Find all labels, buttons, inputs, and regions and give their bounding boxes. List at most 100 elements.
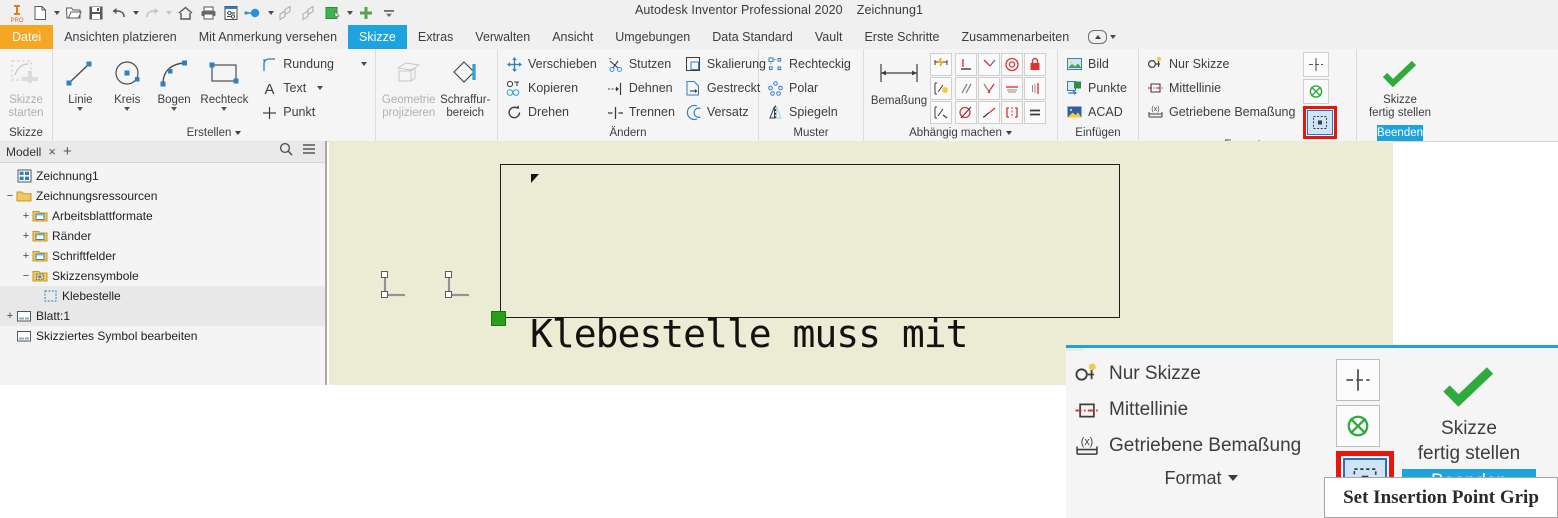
parallel-icon[interactable] (955, 77, 977, 100)
undo-dropdown-caret[interactable] (131, 2, 140, 24)
browser-tab-modell[interactable]: Modell (6, 145, 41, 159)
material-dropdown-caret[interactable] (266, 2, 275, 24)
hatch-region-button[interactable]: Schraffur- bereich (437, 52, 493, 120)
rectangle-dropdown[interactable] (221, 107, 228, 111)
no-insertion-point-icon[interactable] (1336, 405, 1380, 447)
material-icon[interactable] (243, 2, 265, 24)
coincident-constraint-icon[interactable] (441, 269, 475, 301)
circle-button[interactable]: Kreis (104, 52, 151, 111)
open-icon[interactable] (62, 2, 84, 24)
erstellen-panel-caret[interactable] (235, 131, 242, 135)
no-insertion-point-icon[interactable] (1303, 79, 1330, 104)
tree-item-raender[interactable]: + Ränder (0, 226, 325, 246)
tree-item-schriftfelder[interactable]: + Schriftfelder (0, 246, 325, 266)
symmetric-icon[interactable] (1001, 101, 1023, 124)
rotate-button[interactable]: Drehen (502, 100, 601, 124)
smooth-icon[interactable] (978, 101, 1000, 124)
split-button[interactable]: Trennen (603, 100, 679, 124)
tab-erste-schritte[interactable]: Erste Schritte (853, 25, 950, 49)
tab-verwalten[interactable]: Verwalten (464, 25, 541, 49)
tree-item-skizzensymbole[interactable]: − Skizzensymbole (0, 266, 325, 286)
trim-button[interactable]: Stutzen (603, 52, 679, 76)
project-geometry-button[interactable]: Geometrie projizieren (380, 52, 437, 120)
set-insertion-point-grip-icon[interactable] (1307, 110, 1334, 135)
line-dropdown[interactable] (77, 107, 84, 111)
point-button[interactable]: Punkt (257, 100, 371, 124)
insert-image-button[interactable]: Bild (1062, 52, 1131, 76)
show-constraints-icon[interactable] (930, 77, 952, 100)
ribbon-options-caret[interactable] (1110, 35, 1117, 39)
undo-icon[interactable] (108, 2, 130, 24)
fix-icon[interactable] (1024, 53, 1046, 76)
appearance-b-icon[interactable] (299, 2, 321, 24)
add-icon[interactable] (355, 2, 377, 24)
insert-points-button[interactable]: Punkte (1062, 76, 1131, 100)
callout-construction-button[interactable]: Nur Skizze (1074, 356, 1301, 392)
tab-data-standard[interactable]: Data Standard (701, 25, 804, 49)
move-button[interactable]: Verschieben (502, 52, 601, 76)
tree-item-zeichnung1[interactable]: Zeichnung1 (0, 166, 325, 186)
callout-centerline-button[interactable]: Mittellinie (1074, 392, 1301, 428)
insert-acad-button[interactable]: ACAD (1062, 100, 1131, 124)
ribbon-collapse-icon[interactable] (1088, 30, 1108, 44)
insertion-point-grip[interactable] (491, 311, 506, 326)
tree-expander[interactable]: + (20, 230, 32, 242)
tree-item-arbeitsblattformate[interactable]: + Arbeitsblattformate (0, 206, 325, 226)
sketch-text[interactable]: Klebestelle muss mit Aceton gereinigt we… (530, 179, 1130, 385)
horizontal-icon[interactable] (1001, 77, 1023, 100)
tab-skizze[interactable]: Skizze (348, 25, 407, 49)
auto-dimension-icon[interactable] (930, 53, 952, 76)
tree-expander[interactable]: − (20, 270, 32, 282)
tree-expander[interactable]: + (4, 310, 16, 322)
line-button[interactable]: Linie (57, 52, 104, 111)
text-dropdown-caret[interactable] (317, 86, 324, 90)
tree-expander[interactable]: + (20, 210, 32, 222)
collinear-icon[interactable] (978, 53, 1000, 76)
text-button[interactable]: A Text (257, 76, 371, 100)
search-icon[interactable] (279, 142, 293, 161)
equal-icon[interactable] (1024, 101, 1046, 124)
save-icon[interactable] (85, 2, 107, 24)
tab-datei[interactable]: Datei (0, 25, 54, 49)
coincident-constraint-icon[interactable] (377, 269, 411, 301)
tree-expander[interactable]: + (20, 250, 32, 262)
hamburger-icon[interactable] (302, 142, 316, 161)
rectangular-pattern-button[interactable]: Rechteckig (763, 52, 855, 76)
start-sketch-button[interactable]: Skizze starten (4, 52, 48, 120)
home-icon[interactable] (174, 2, 196, 24)
new-icon[interactable] (29, 2, 51, 24)
color-dropdown-caret[interactable] (345, 2, 354, 24)
tree-item-skizziertes-symbol-bearbeiten[interactable]: Skizziertes Symbol bearbeiten (0, 326, 325, 346)
coincident-icon[interactable] (955, 53, 977, 76)
callout-driven-dimension-button[interactable]: (x) Getriebene Bemaßung (1074, 428, 1301, 464)
tree-item-klebestelle[interactable]: Klebestelle (0, 286, 325, 306)
tangent-icon[interactable] (955, 101, 977, 124)
centerline-button[interactable]: Mittellinie (1143, 76, 1299, 100)
driven-dimension-button[interactable]: (x) Getriebene Bemaßung (1143, 100, 1299, 124)
tree-expander[interactable]: − (4, 190, 16, 202)
construction-button[interactable]: Nur Skizze (1143, 52, 1299, 76)
tab-umgebungen[interactable]: Umgebungen (604, 25, 701, 49)
tab-ansichten-platzieren[interactable]: Ansichten platzieren (53, 25, 188, 49)
insertion-point-icon[interactable] (1303, 52, 1330, 77)
offset-button[interactable]: Versatz (681, 100, 770, 124)
print-icon[interactable] (197, 2, 219, 24)
abhaengig-panel-caret[interactable] (1005, 131, 1012, 135)
fillet-button[interactable]: Rundung (257, 52, 371, 76)
copy-button[interactable]: Kopieren (502, 76, 601, 100)
perpendicular-icon[interactable] (978, 77, 1000, 100)
stretch-button[interactable]: Gestreckt (681, 76, 770, 100)
finish-sketch-button[interactable]: Skizze fertig stellen (1358, 52, 1442, 120)
tab-zusammenarbeiten[interactable]: Zusammenarbeiten (950, 25, 1080, 49)
concentric-icon[interactable] (1001, 53, 1023, 76)
hide-constraints-icon[interactable] (930, 101, 952, 124)
circular-pattern-button[interactable]: Polar (763, 76, 855, 100)
insertion-point-icon[interactable] (1336, 359, 1380, 401)
close-icon[interactable]: × (48, 144, 56, 159)
parameters-icon[interactable] (220, 2, 242, 24)
vertical-icon[interactable] (1024, 77, 1046, 100)
arc-dropdown[interactable] (171, 107, 178, 111)
tree-item-zeichnungsressourcen[interactable]: − Zeichnungsressourcen (0, 186, 325, 206)
more-icon[interactable] (378, 2, 400, 24)
rectangle-button[interactable]: Rechteck (197, 52, 251, 111)
